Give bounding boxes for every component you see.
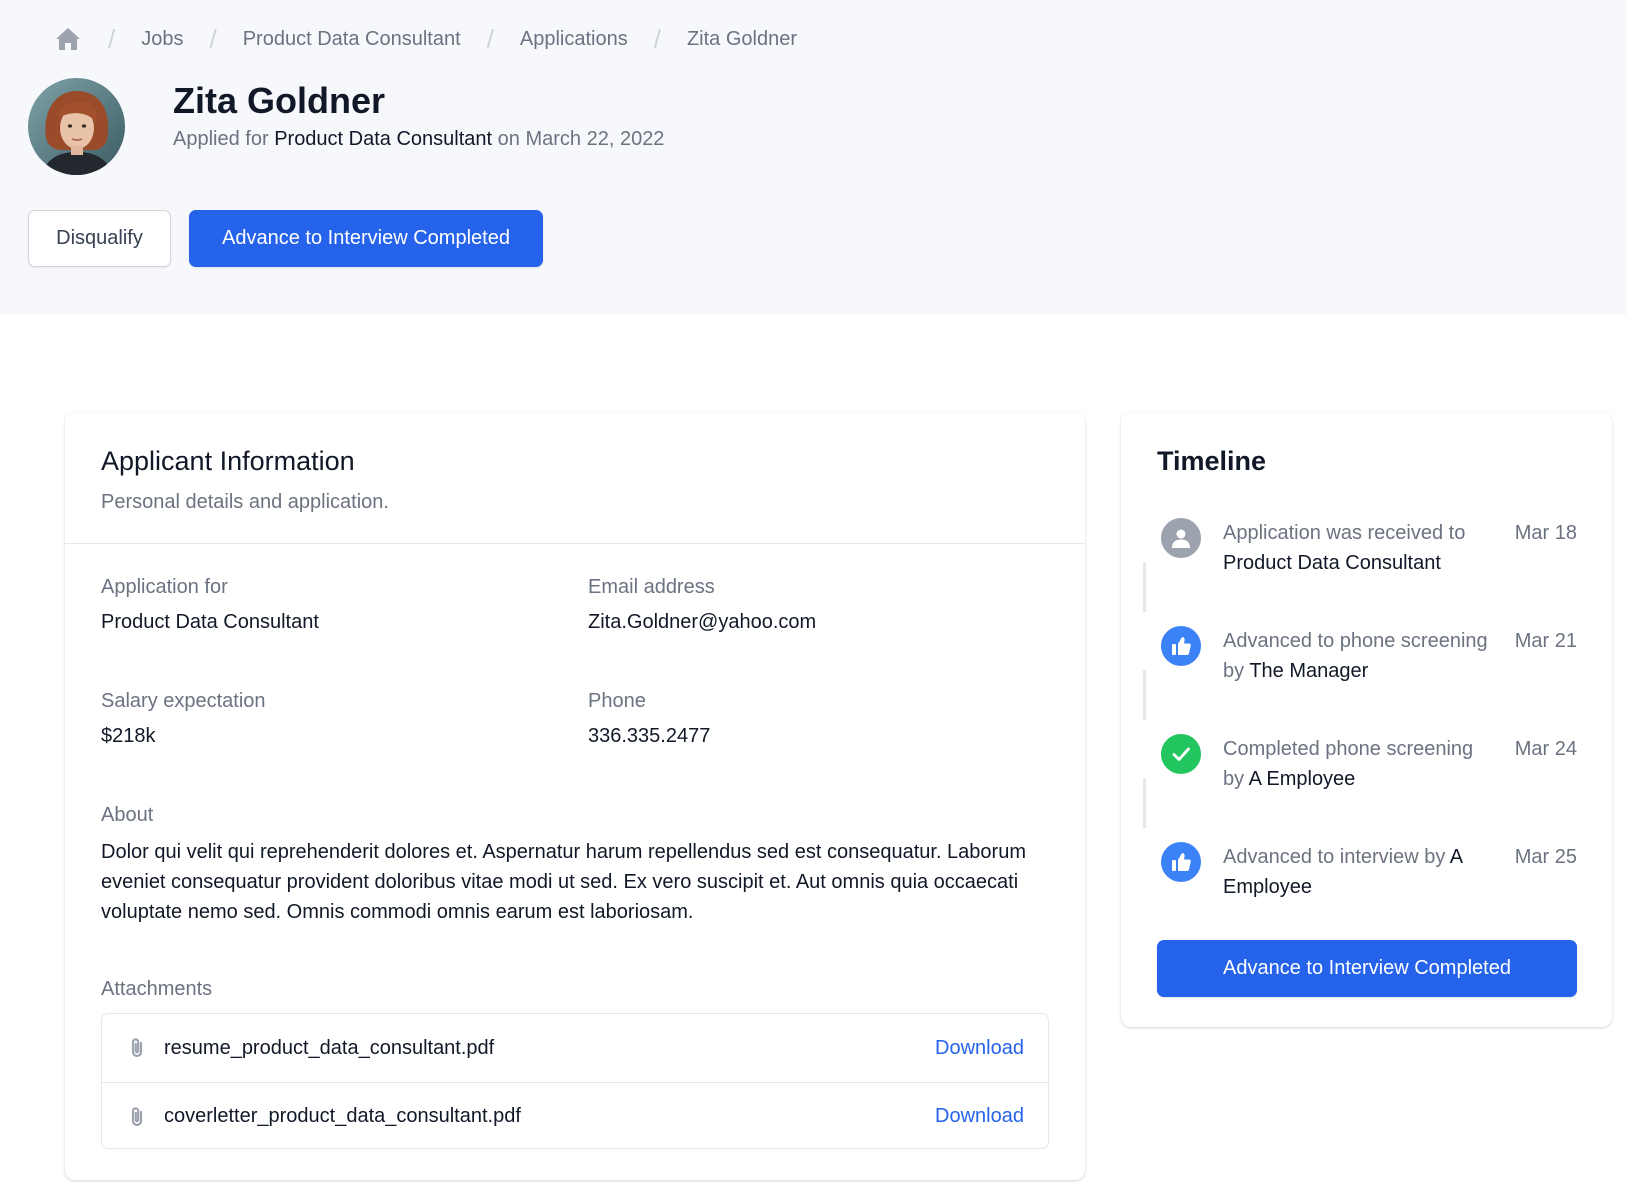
attachments-list: resume_product_data_consultant.pdf Downl… <box>101 1013 1049 1149</box>
attachments-label: Attachments <box>101 978 213 1000</box>
timeline-event-date: Mar 24 <box>1514 738 1577 760</box>
application-for-value: Product Data Consultant <box>101 611 319 633</box>
download-link[interactable]: Download <box>935 1105 1024 1128</box>
applied-date: on March 22, 2022 <box>497 128 665 150</box>
applied-prefix: Applied for <box>173 128 269 150</box>
breadcrumb-applicant[interactable]: Zita Goldner <box>687 28 797 51</box>
thumbs-up-icon <box>1157 838 1205 886</box>
paperclip-icon <box>126 1035 152 1061</box>
email-label: Email address <box>588 576 715 598</box>
avatar <box>28 78 125 175</box>
timeline-advance-button[interactable]: Advance to Interview Completed <box>1157 940 1577 997</box>
breadcrumb-job[interactable]: Product Data Consultant <box>243 28 461 51</box>
salary-label: Salary expectation <box>101 690 266 712</box>
attachment-filename: resume_product_data_consultant.pdf <box>164 1036 495 1059</box>
salary-field: Salary expectation $218k <box>101 690 266 748</box>
timeline-event-date: Mar 25 <box>1514 846 1577 868</box>
breadcrumb-separator: / <box>653 23 661 54</box>
phone-label: Phone <box>588 690 646 712</box>
applicant-info-title: Applicant Information <box>101 446 355 476</box>
timeline-title: Timeline <box>1157 446 1267 476</box>
email-field: Email address Zita.Goldner@yahoo.com <box>588 576 816 634</box>
attachment-item: coverletter_product_data_consultant.pdf … <box>102 1082 1048 1150</box>
breadcrumb: / Jobs / Product Data Consultant / Appli… <box>54 24 797 54</box>
attachment-filename: coverletter_product_data_consultant.pdf <box>164 1105 521 1127</box>
timeline-event-date: Mar 21 <box>1514 630 1577 652</box>
timeline-event-action: Application was received to <box>1223 522 1466 544</box>
applied-job: Product Data Consultant <box>274 128 493 150</box>
about-label: About <box>101 804 154 826</box>
home-icon[interactable] <box>54 25 82 53</box>
timeline-connector <box>1143 778 1146 828</box>
applicant-info-header: Applicant Information Personal details a… <box>65 412 1085 544</box>
timeline-event-action: Advanced to interview by <box>1223 846 1446 868</box>
user-icon <box>1157 514 1205 562</box>
breadcrumb-applications[interactable]: Applications <box>520 28 628 51</box>
breadcrumb-separator: / <box>108 23 116 54</box>
thumbs-up-icon <box>1157 622 1205 670</box>
attachments-field: Attachments <box>101 978 212 1001</box>
advance-button[interactable]: Advance to Interview Completed <box>189 210 543 267</box>
breadcrumb-separator: / <box>486 23 494 54</box>
check-icon <box>1157 730 1205 778</box>
timeline-event-target: Product Data Consultant <box>1223 552 1441 574</box>
timeline-connector <box>1143 562 1146 612</box>
application-for-label: Application for <box>101 576 228 598</box>
paperclip-icon <box>126 1104 152 1130</box>
salary-value: $218k <box>101 725 156 747</box>
timeline-event-target: A Employee <box>1248 768 1356 790</box>
timeline-event-text: Advanced to phone screening by The Manag… <box>1223 626 1493 686</box>
timeline-event-text: Application was received to Product Data… <box>1223 518 1493 578</box>
about-value: Dolor qui velit qui reprehenderit dolore… <box>101 841 1026 923</box>
about-field: About Dolor qui velit qui reprehenderit … <box>101 804 1031 927</box>
applicant-name: Zita Goldner <box>173 80 386 121</box>
email-value: Zita.Goldner@yahoo.com <box>588 611 817 633</box>
timeline-event-target: The Manager <box>1249 660 1369 682</box>
application-for-field: Application for Product Data Consultant <box>101 576 319 634</box>
phone-field: Phone 336.335.2477 <box>588 690 710 748</box>
timeline-connector <box>1143 670 1146 720</box>
applicant-info-card: Applicant Information Personal details a… <box>65 412 1085 1180</box>
phone-value: 336.335.2477 <box>588 725 711 747</box>
applicant-info-subtitle: Personal details and application. <box>101 491 389 513</box>
applied-summary: Applied for Product Data Consultant on M… <box>173 128 664 151</box>
timeline-event-text: Advanced to interview by A Employee <box>1223 842 1493 902</box>
timeline-event-date: Mar 18 <box>1514 522 1577 544</box>
timeline-event-text: Completed phone screening by A Employee <box>1223 734 1493 794</box>
attachment-item: resume_product_data_consultant.pdf Downl… <box>102 1014 1048 1082</box>
breadcrumb-separator: / <box>209 23 217 54</box>
timeline-card: Timeline Application was received to Pro… <box>1121 412 1612 1027</box>
breadcrumb-jobs[interactable]: Jobs <box>141 28 183 51</box>
download-link[interactable]: Download <box>935 1037 1024 1060</box>
disqualify-button[interactable]: Disqualify <box>28 210 171 267</box>
